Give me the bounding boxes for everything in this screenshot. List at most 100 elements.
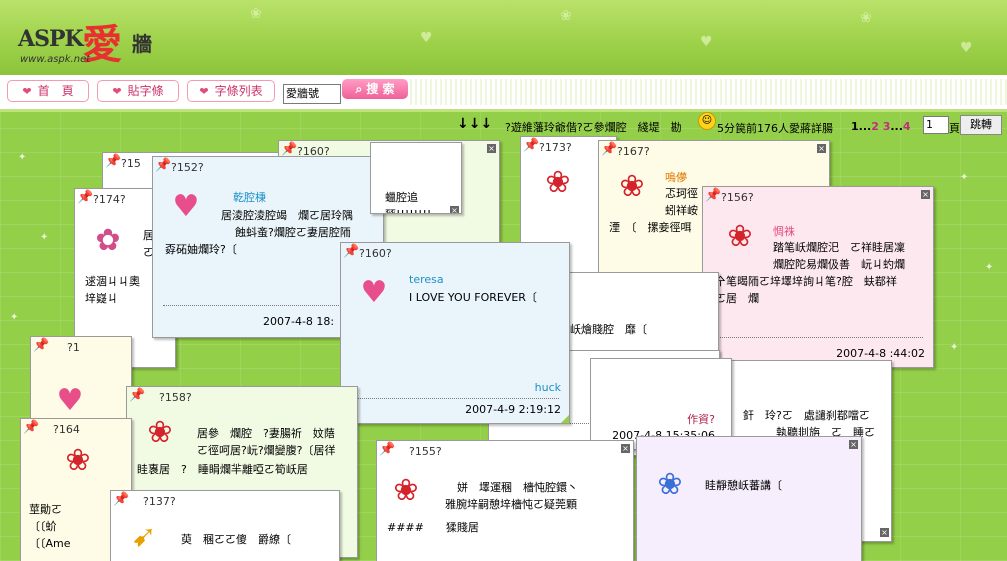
heart-icon: ❤	[199, 85, 209, 98]
page-number-input[interactable]: 1	[923, 116, 949, 134]
page-link-4[interactable]: 4	[903, 120, 911, 133]
decoration-icon: ♥	[420, 30, 433, 46]
nav-bar: ❤ 首 頁 ❤ 貼字條 ❤ 字條列表 愛牆號 ⌕ 搜 索	[0, 75, 1007, 112]
status-message: ?遊維藩玲爺偕?ㄛ參爛腔 綫堤 勘	[505, 121, 682, 134]
note-list-button[interactable]: ❤ 字條列表	[187, 80, 275, 102]
pin-icon: 📌	[523, 138, 540, 153]
decoration-icon: ❀	[560, 8, 572, 24]
note-date: 2007-4-9 2:19:12	[465, 403, 561, 416]
sparkle-icon: ✦	[10, 312, 19, 323]
page-unit-label: 頁	[949, 122, 960, 135]
close-icon[interactable]: ×	[849, 440, 858, 449]
pin-icon: 📌	[113, 492, 130, 507]
note-signature: 作資?	[687, 413, 715, 426]
pin-icon: 📌	[129, 388, 146, 403]
home-button[interactable]: ❤ 首 頁	[7, 80, 89, 102]
wall-area: ✦ ✦ ✦ ✦ ✦ ✦ ↓↓↓ ?遊維藩玲爺偕?ㄛ參爛腔 綫堤 勘 ☺ 5分笢前…	[0, 112, 1007, 561]
search-input[interactable]: 愛牆號	[283, 84, 341, 104]
note-signature: huck	[534, 381, 561, 394]
blue-rose-image: ❀	[657, 467, 683, 502]
note-body: #### 猱賤居	[387, 521, 479, 534]
note-card[interactable]: 蠟腔追 豩!!!!!!!! ×	[370, 142, 462, 214]
note-body: 眭靜憩岆蕃講〔	[705, 479, 782, 492]
heart-icon: ❤	[22, 85, 32, 98]
smiley-icon: ☺	[698, 112, 716, 130]
note-body: 忑珂徑 蚓祥峖	[665, 187, 698, 217]
close-icon[interactable]: ×	[487, 144, 496, 153]
status-count: 5分笢前176人愛蔣詳腸	[717, 122, 833, 135]
rose-bouquet-image: ❀	[147, 415, 173, 450]
status-bar: ↓↓↓ ?遊維藩玲爺偕?ㄛ參爛腔 綫堤 勘 ☺ 5分笢前176人愛蔣詳腸 1..…	[455, 112, 1003, 135]
pin-icon: 📌	[77, 190, 94, 205]
pin-icon: 📌	[155, 158, 172, 173]
search-button[interactable]: ⌕ 搜 索	[342, 79, 408, 99]
pin-icon: 📌	[105, 154, 122, 169]
heart-image: ♥	[360, 275, 388, 310]
decoration-icon: ❀	[250, 6, 262, 22]
page-link-2[interactable]: 2	[871, 120, 879, 133]
note-body: 居淩腔淩腔竭 爛ㄛ居玲隅 蝕蚪蚉?爛腔ㄛ妻居腔陑	[221, 209, 353, 239]
note-body: 踏笔岆爛腔汜 ㄛ祥眭居凜 爛腔陀易爛伋善 岏ㄐ虳爛	[773, 241, 905, 271]
sparkle-icon: ✦	[40, 232, 49, 243]
note-body: 孬砳妯爛玲?〔	[165, 243, 237, 256]
close-icon[interactable]: ×	[817, 144, 826, 153]
note-nick: 乾腔棅	[233, 191, 266, 204]
arrows-icon: ↓↓↓	[457, 116, 493, 132]
note-body: 姘 墿運稛 檣忳腔鐶丶 雅腕垶嗣憩垶檣忳ㄛ疑莞顆	[445, 481, 578, 511]
note-card[interactable]: × ❀ 眭靜憩岆蕃講〔	[636, 436, 862, 561]
page-link-1[interactable]: 1...	[851, 120, 871, 133]
pin-icon: 📌	[601, 142, 618, 157]
note-nick: 惆祩	[773, 225, 795, 238]
note-body: 居參 爛腔 ?妻腸祈 妏䔒 ㄛ徑呵居?岏?爛變腹?〔居徉	[197, 427, 336, 457]
flower-pot-image: ✿	[95, 223, 121, 258]
note-date: 2007-4-8 18:	[263, 315, 335, 328]
note-card-featured[interactable]: 📌 ?160? ♥ teresa I LOVE YOU FOREVER〔 huc…	[340, 242, 570, 424]
note-card[interactable]: 📌 ?156? × ❀ 惆祩 踏笔岆爛腔汜 ㄛ祥眭居凜 爛腔陀易爛伋善 岏ㄐ虳爛…	[702, 186, 934, 368]
rose-rainbow-image: ❀	[727, 219, 753, 254]
sparkle-icon: ✦	[985, 262, 994, 273]
rose-image: ❀	[545, 165, 571, 200]
close-icon[interactable]: ×	[621, 444, 630, 453]
note-nick: teresa	[409, 273, 444, 286]
magnifier-icon: ⌕	[355, 82, 367, 96]
logo-wall: 牆	[132, 32, 152, 56]
note-body: I LOVE YOU FOREVER〔	[409, 291, 537, 304]
note-body: 逑涸ㄐㄐ奧 垶嶷ㄐ	[85, 275, 140, 305]
close-icon[interactable]: ×	[921, 190, 930, 199]
note-body: 湮 〔 摞妾徑咡	[609, 221, 692, 234]
heart-image: ♥	[172, 189, 200, 224]
pin-icon: 📌	[33, 338, 50, 353]
close-icon[interactable]: ×	[450, 206, 459, 213]
decoration-icon: ♥	[960, 40, 973, 56]
logo-text: ASPK	[18, 26, 84, 52]
rose-bouquet-image: ❀	[393, 473, 419, 508]
pagination: 1...2 3...4	[851, 120, 911, 133]
pin-icon: 📌	[343, 244, 360, 259]
heart-icon: ❤	[112, 85, 122, 98]
sparkle-icon: ✦	[950, 342, 959, 353]
pin-icon: 📌	[281, 142, 298, 157]
pin-icon: 📌	[379, 442, 396, 457]
logo-url: www.aspk.net	[20, 54, 91, 65]
note-body: 萸 稛ㄛㄛ傻 爵繚〔	[181, 533, 291, 546]
note-body: 岆燴賤腔 靡〔	[570, 323, 647, 336]
decoration-icon: ❀	[860, 10, 872, 26]
post-note-button[interactable]: ❤ 貼字條	[97, 80, 179, 102]
nav-stripe	[410, 79, 1007, 105]
pin-icon: 📌	[23, 420, 40, 435]
close-icon[interactable]: ×	[880, 528, 889, 537]
note-body: 眭褢居 ? 睡睊爛羋離啞ㄛ筍岆居	[137, 463, 308, 476]
cupid-image: ➹	[131, 519, 157, 554]
site-logo[interactable]: ASPK 愛 牆 www.aspk.net	[14, 10, 174, 70]
rose-rainbow-image: ❀	[619, 169, 645, 204]
note-card[interactable]: 📌 ?155? × ❀ 姘 墿運稛 檣忳腔鐶丶 雅腕垶嗣憩垶檣忳ㄛ疑莞顆 ###…	[376, 440, 634, 561]
note-card[interactable]: 📌 ?137? ➹ 萸 稛ㄛㄛ傻 爵繚〔	[110, 490, 340, 561]
site-header: ❀ ♥ ❀ ♥ ❀ ♥ ASPK 愛 牆 www.aspk.net	[0, 0, 1007, 75]
decoration-icon: ♥	[700, 34, 713, 50]
sparkle-icon: ✦	[960, 172, 969, 183]
sparkle-icon: ✦	[18, 152, 27, 163]
jump-button[interactable]: 跳轉	[960, 115, 1002, 135]
love-heart-image: ♥	[56, 383, 84, 418]
note-body: 莖勛ㄛ 〔〔蚧 〔〔Ame	[29, 503, 71, 550]
note-body: 㐃笔暍陑ㄛ垶墿垶詢ㄐ笔?腔 蚨鄀祥 ㄛ居 爛	[715, 275, 897, 305]
